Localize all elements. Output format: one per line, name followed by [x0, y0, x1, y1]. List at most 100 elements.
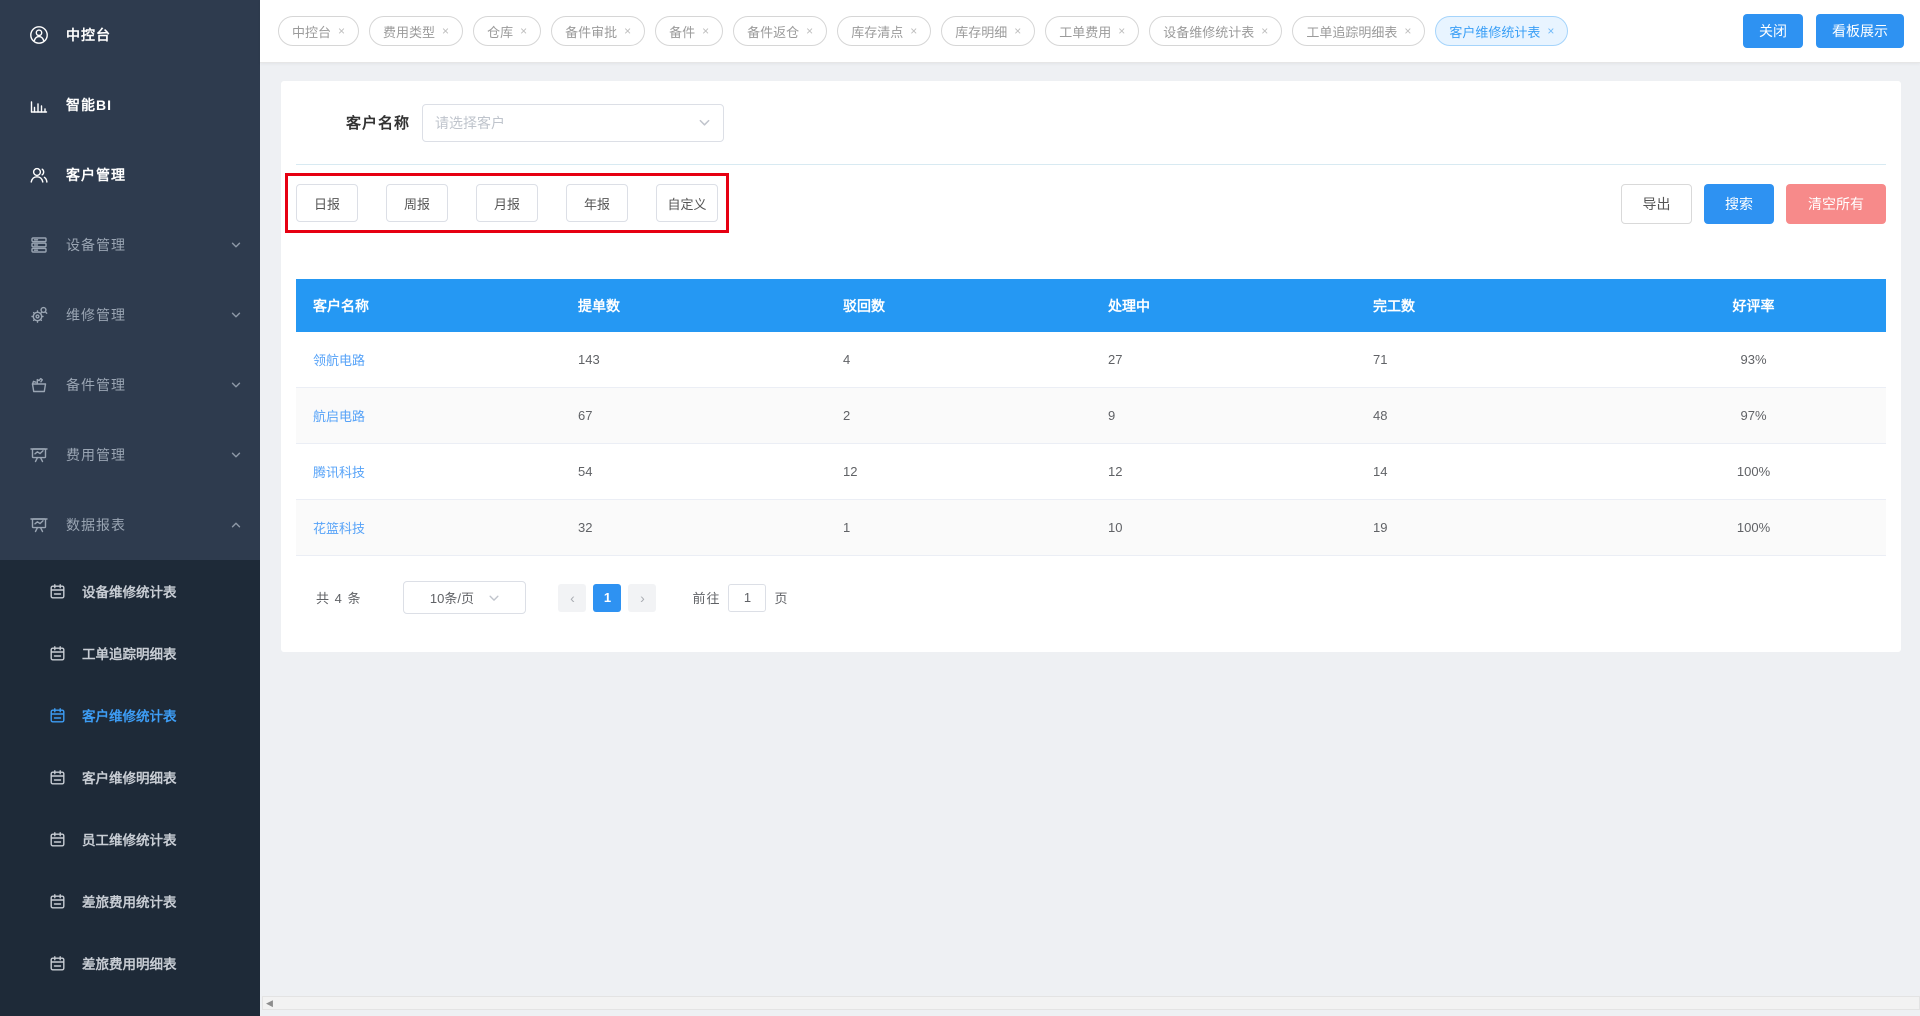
tab-close-icon[interactable]: ×: [338, 25, 345, 37]
sidebar-subitem[interactable]: 工单追踪明细表: [0, 622, 260, 684]
sidebar-item[interactable]: 费用管理: [0, 420, 260, 490]
page-size-value: 10条/页: [429, 591, 474, 606]
table-cell-submitted: 143: [578, 352, 600, 367]
tab-close-icon[interactable]: ×: [624, 25, 631, 37]
tab-close-icon[interactable]: ×: [1014, 25, 1021, 37]
tab-pill[interactable]: 费用类型 ×: [369, 16, 464, 46]
horizontal-scrollbar[interactable]: ◀: [262, 996, 1920, 1010]
tab-label: 备件审批: [565, 24, 618, 40]
close-button[interactable]: 关闭: [1743, 14, 1803, 48]
table-row: 花篮科技 32 1 10 19 100%: [296, 500, 1886, 556]
tab-pill[interactable]: 中控台 ×: [278, 16, 360, 46]
search-button[interactable]: 搜索: [1704, 184, 1774, 224]
sidebar-item[interactable]: 备件管理: [0, 350, 260, 420]
sidebar-item[interactable]: 中控台: [0, 0, 260, 70]
next-page-button[interactable]: ›: [628, 583, 657, 612]
tab-pill[interactable]: 库存清点 ×: [837, 16, 932, 46]
customer-link[interactable]: 花篮科技: [313, 521, 365, 536]
sidebar-item-label: 中控台: [66, 27, 111, 43]
tab-close-icon[interactable]: ×: [520, 25, 527, 37]
tab-pill[interactable]: 设备维修统计表 ×: [1149, 16, 1283, 46]
sidebar-subitem[interactable]: 客户维修统计表: [0, 684, 260, 746]
tab-label: 设备维修统计表: [1163, 24, 1255, 40]
console-icon: [28, 24, 50, 46]
sidebar-item[interactable]: 客户管理: [0, 140, 260, 210]
tab-close-icon[interactable]: ×: [1404, 25, 1411, 37]
period-button[interactable]: 周报: [386, 184, 448, 222]
table-header-cell: 驳回数: [843, 297, 885, 314]
customer-select-placeholder: 请选择客户: [435, 114, 506, 131]
customer-repair-table: 客户名称 提单数 驳回数 处理中 完工数 好评率 领航电路 143 4 27 71 93% 航启电路 6…: [296, 279, 1886, 556]
tab-label: 费用类型: [383, 24, 436, 40]
sidebar-subitem[interactable]: 客户维修明细表: [0, 746, 260, 808]
table-cell-rating: 100%: [1736, 464, 1771, 479]
report-note-icon: [48, 892, 67, 911]
sidebar-item[interactable]: 维修管理: [0, 280, 260, 350]
report-note-icon: [48, 582, 67, 601]
tab-label: 备件: [669, 24, 696, 40]
customer-link[interactable]: 航启电路: [313, 409, 365, 424]
board-icon: [28, 514, 50, 536]
tab-pill[interactable]: 备件返仓 ×: [733, 16, 828, 46]
period-button[interactable]: 自定义: [656, 184, 718, 222]
clear-all-button[interactable]: 清空所有: [1786, 184, 1886, 224]
tab-pill[interactable]: 工单追踪明细表 ×: [1292, 16, 1426, 46]
tab-label: 备件返仓: [747, 24, 800, 40]
sidebar-item[interactable]: 数据报表: [0, 490, 260, 560]
tab-label: 工单追踪明细表: [1306, 24, 1398, 40]
tab-close-icon[interactable]: ×: [910, 25, 917, 37]
chevron-down-icon: [230, 309, 242, 321]
devices-icon: [28, 234, 50, 256]
period-button[interactable]: 年报: [566, 184, 628, 222]
report-note-icon: [48, 768, 67, 787]
customer-link[interactable]: 腾讯科技: [313, 465, 365, 480]
sidebar-item-label: 数据报表: [66, 517, 126, 533]
sidebar-subitem[interactable]: 设备维修统计表: [0, 560, 260, 622]
tab-label: 仓库: [487, 24, 514, 40]
tab-pill[interactable]: 库存明细 ×: [941, 16, 1036, 46]
prev-page-button[interactable]: ‹: [558, 583, 587, 612]
tab-actions: 关闭 看板展示: [1743, 14, 1904, 48]
filter-row: 客户名称 请选择客户: [296, 81, 1886, 165]
sidebar-subitem[interactable]: 差旅费用统计表: [0, 870, 260, 932]
tab-close-icon[interactable]: ×: [1547, 25, 1554, 37]
tab-close-icon[interactable]: ×: [806, 25, 813, 37]
sidebar-subitem[interactable]: 差旅费用明细表: [0, 932, 260, 994]
tab-pill[interactable]: 备件审批 ×: [551, 16, 646, 46]
sidebar-subitem[interactable]: 员工维修统计表: [0, 808, 260, 870]
table-header-cell: 提单数: [578, 297, 620, 314]
sidebar-subitem-label: 客户维修明细表: [82, 771, 177, 786]
chevron-down-icon: [230, 239, 242, 251]
pagination: 共 4 条 10条/页 ‹ 1 › 前往 页: [316, 581, 1886, 614]
tab-close-icon[interactable]: ×: [702, 25, 709, 37]
tab-pill[interactable]: 客户维修统计表 ×: [1435, 16, 1569, 46]
board-icon: [28, 444, 50, 466]
tab-close-icon[interactable]: ×: [1118, 25, 1125, 37]
table-cell-completed: 71: [1373, 352, 1388, 367]
sidebar-item-label: 客户管理: [66, 167, 126, 183]
customers-icon: [28, 164, 50, 186]
open-tabs: 中控台 × 费用类型 × 仓库 × 备件审批 × 备件 × 备件返仓 × 库存清点 × 库存明细 × 工单费用 ×…: [278, 16, 1729, 46]
board-display-button[interactable]: 看板展示: [1816, 14, 1904, 48]
period-button[interactable]: 日报: [296, 184, 358, 222]
customer-select[interactable]: 请选择客户: [422, 103, 725, 142]
tab-close-icon[interactable]: ×: [1261, 25, 1268, 37]
export-button[interactable]: 导出: [1621, 184, 1692, 224]
table-header-cell: 好评率: [1732, 297, 1775, 314]
sidebar-item[interactable]: 设备管理: [0, 210, 260, 280]
page-size-select[interactable]: 10条/页: [403, 581, 527, 614]
tab-pill[interactable]: 工单费用 ×: [1045, 16, 1140, 46]
table-row: 领航电路 143 4 27 71 93%: [296, 332, 1886, 388]
goto-page-input[interactable]: [728, 583, 767, 612]
period-button[interactable]: 月报: [476, 184, 538, 222]
table-row: 航启电路 67 2 9 48 97%: [296, 388, 1886, 444]
repair-icon: [28, 304, 50, 326]
customer-link[interactable]: 领航电路: [313, 353, 365, 368]
tab-pill[interactable]: 备件 ×: [655, 16, 724, 46]
tab-close-icon[interactable]: ×: [442, 25, 449, 37]
tab-pill[interactable]: 仓库 ×: [473, 16, 542, 46]
current-page-button[interactable]: 1: [593, 583, 622, 612]
sidebar-item[interactable]: 智能BI: [0, 70, 260, 140]
table-cell-processing: 9: [1108, 408, 1116, 423]
sidebar-item-label: 设备管理: [66, 237, 126, 253]
